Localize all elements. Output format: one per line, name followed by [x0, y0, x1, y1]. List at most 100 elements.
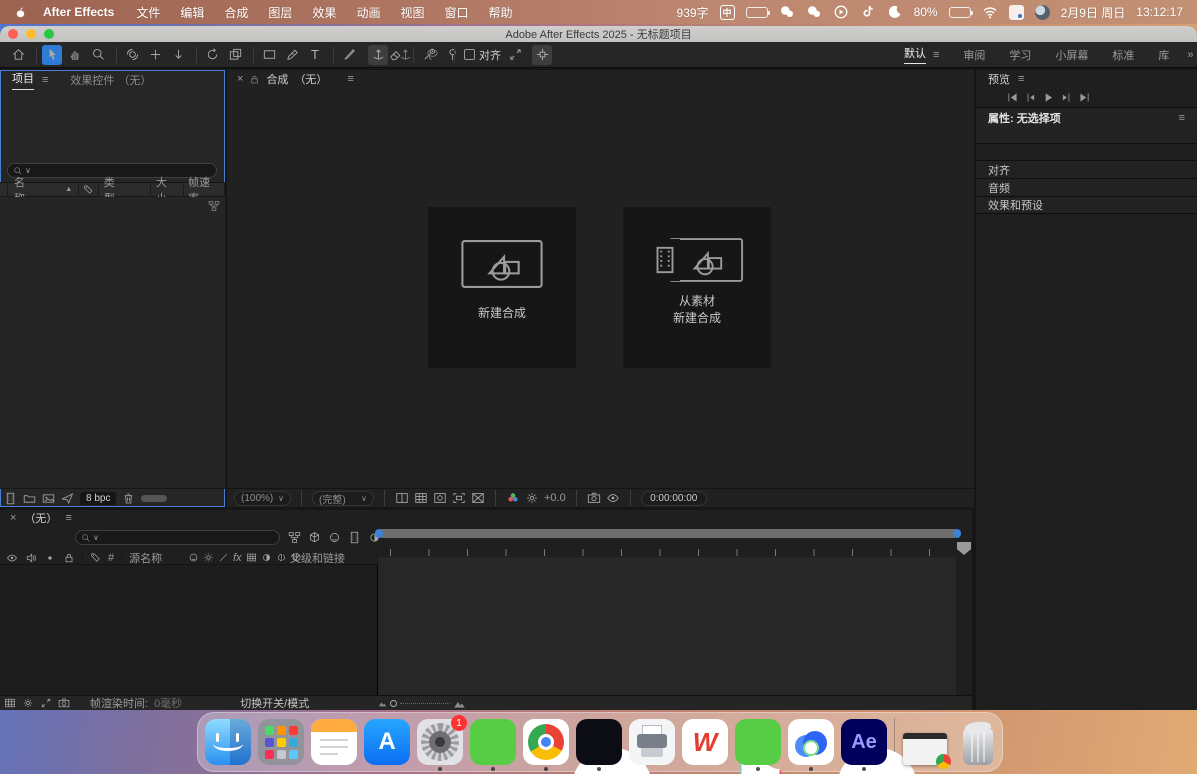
- selection-tool[interactable]: [42, 44, 62, 65]
- label-column-icon[interactable]: [83, 184, 94, 195]
- layer-switches-pane-icon[interactable]: [4, 697, 16, 709]
- type-tool[interactable]: T: [305, 45, 325, 65]
- dock-launchpad-icon[interactable]: [258, 719, 304, 765]
- input-method-icon[interactable]: 中: [719, 4, 735, 20]
- comp-marker-bin-icon[interactable]: [957, 542, 971, 555]
- composition-panel-menu-icon[interactable]: ≡: [347, 73, 353, 85]
- workspace-libraries[interactable]: 库: [1158, 47, 1169, 63]
- audio-speaker-icon[interactable]: [25, 552, 37, 564]
- timeline-panel-menu-icon[interactable]: ≡: [65, 512, 71, 524]
- wechat-status-icon-2[interactable]: [806, 4, 822, 20]
- menu-composition[interactable]: 合成: [224, 4, 248, 21]
- workspace-standard[interactable]: 标准: [1112, 47, 1134, 63]
- snapping-checkbox[interactable]: [464, 49, 475, 60]
- tab-effect-controls[interactable]: 效果控件: [70, 72, 114, 88]
- dock-finder-icon[interactable]: [205, 719, 251, 765]
- pen-tool[interactable]: [282, 45, 302, 65]
- dock-printer-icon[interactable]: [629, 719, 675, 765]
- hand-tool[interactable]: [65, 45, 85, 65]
- grid-guides-options-icon[interactable]: [414, 491, 428, 505]
- dock-after-effects-icon[interactable]: Ae: [841, 719, 887, 771]
- menu-file[interactable]: 文件: [136, 4, 160, 21]
- shy-switch-icon[interactable]: [188, 552, 199, 563]
- magnification-dropdown[interactable]: (100%) ∨: [234, 490, 291, 506]
- timeline-search-input[interactable]: ∨: [75, 530, 280, 545]
- layer-list-area[interactable]: [0, 565, 378, 695]
- tab-composition[interactable]: 合成: [266, 71, 288, 87]
- world-axis-mode-button[interactable]: [395, 45, 415, 65]
- draft-3d-icon[interactable]: [308, 531, 321, 544]
- pan-behind-tool[interactable]: [225, 45, 245, 65]
- source-name-column[interactable]: 源名称: [129, 550, 162, 566]
- frame-blending-icon[interactable]: [348, 531, 361, 544]
- shape-tool[interactable]: [259, 45, 279, 65]
- orbit-camera-tool[interactable]: [122, 45, 142, 65]
- delete-item-icon[interactable]: [122, 492, 135, 505]
- menu-view[interactable]: 视图: [400, 4, 424, 21]
- wifi-icon[interactable]: [982, 4, 998, 20]
- dock-app-store-icon[interactable]: A: [364, 719, 410, 765]
- new-composition-tile[interactable]: 新建合成: [428, 207, 576, 368]
- navigator-start-handle[interactable]: [375, 529, 383, 538]
- media-play-status-icon[interactable]: [833, 4, 849, 20]
- play-button[interactable]: [1042, 91, 1055, 104]
- menubar-date[interactable]: 2月9日 周日: [1061, 4, 1126, 21]
- dock-calendar-icon[interactable]: [311, 719, 357, 765]
- take-snapshot-icon[interactable]: [587, 491, 601, 505]
- workspace-default[interactable]: 默认: [904, 45, 926, 64]
- project-scrollbar-thumb[interactable]: [141, 494, 168, 502]
- timeline-close-tab-icon[interactable]: ×: [10, 512, 16, 524]
- layer-number-column[interactable]: #: [108, 552, 114, 564]
- workspace-learn[interactable]: 学习: [1009, 47, 1031, 63]
- timeline-zoom-slider-knob[interactable]: [390, 699, 397, 707]
- show-channels-icon[interactable]: [506, 491, 520, 505]
- in-out-pane-icon[interactable]: [40, 697, 52, 709]
- effects-fx-icon[interactable]: fx: [233, 552, 242, 564]
- brush-tool[interactable]: [339, 45, 359, 65]
- timeline-navigator-bar[interactable]: [378, 529, 958, 538]
- collapse-transformations-icon[interactable]: [203, 552, 214, 563]
- sort-ascending-icon[interactable]: ▲: [65, 186, 72, 193]
- dock-trash-icon[interactable]: [955, 719, 1001, 765]
- workspace-review[interactable]: 审阅: [963, 47, 985, 63]
- timecode-field[interactable]: 0:00:00:00: [640, 490, 707, 506]
- quality-switch-icon[interactable]: [218, 552, 229, 563]
- hide-shy-layers-icon[interactable]: [328, 531, 341, 544]
- menubar-time[interactable]: 13:12:17: [1136, 5, 1183, 19]
- first-frame-button[interactable]: [1006, 91, 1019, 104]
- properties-panel-header[interactable]: 属性: 无选择项 ≡: [976, 108, 1197, 127]
- share-project-icon[interactable]: [61, 492, 74, 505]
- rotation-tool[interactable]: [202, 45, 222, 65]
- zoom-tool[interactable]: [88, 45, 108, 65]
- mask-visibility-icon[interactable]: [433, 491, 447, 505]
- snap-options-button[interactable]: [532, 44, 552, 65]
- lock-column-icon[interactable]: [63, 552, 75, 564]
- last-frame-button[interactable]: [1078, 91, 1091, 104]
- keyboard-status-icon[interactable]: [1008, 4, 1024, 20]
- lock-tab-icon[interactable]: [249, 74, 260, 85]
- project-flowchart-icon[interactable]: [208, 200, 220, 212]
- local-axis-mode-button[interactable]: [368, 44, 388, 65]
- frame-blend-switch-icon[interactable]: [246, 552, 257, 563]
- video-eye-icon[interactable]: [6, 552, 18, 564]
- next-frame-button[interactable]: [1060, 91, 1073, 104]
- zoom-in-mountain-icon[interactable]: [453, 697, 466, 710]
- timeline-tab-label[interactable]: （无）: [24, 510, 57, 526]
- workspace-overflow-icon[interactable]: »: [1187, 49, 1193, 61]
- expand-snapping-icon[interactable]: [505, 45, 525, 65]
- bit-depth-button[interactable]: 8 bpc: [80, 491, 117, 505]
- dock-wechat-2-icon[interactable]: [735, 719, 781, 765]
- label-color-icon[interactable]: [90, 552, 101, 563]
- view-axis-mode-button[interactable]: [422, 45, 442, 65]
- menu-effect[interactable]: 效果: [312, 4, 336, 21]
- preview-panel-header[interactable]: 预览 ≡: [976, 70, 1197, 88]
- mini-flowchart-icon[interactable]: [288, 531, 301, 544]
- region-of-interest-icon[interactable]: [452, 491, 466, 505]
- motion-blur-switch-icon[interactable]: [261, 552, 272, 563]
- dock-minimized-window-thumbnail[interactable]: [902, 719, 951, 769]
- align-panel-header[interactable]: 对齐: [976, 160, 1197, 178]
- dock-cloud-drive-icon[interactable]: [788, 719, 834, 771]
- dolly-camera-tool[interactable]: [168, 45, 188, 65]
- tab-project[interactable]: 项目: [12, 70, 34, 90]
- transfer-controls-pane-icon[interactable]: [22, 697, 34, 709]
